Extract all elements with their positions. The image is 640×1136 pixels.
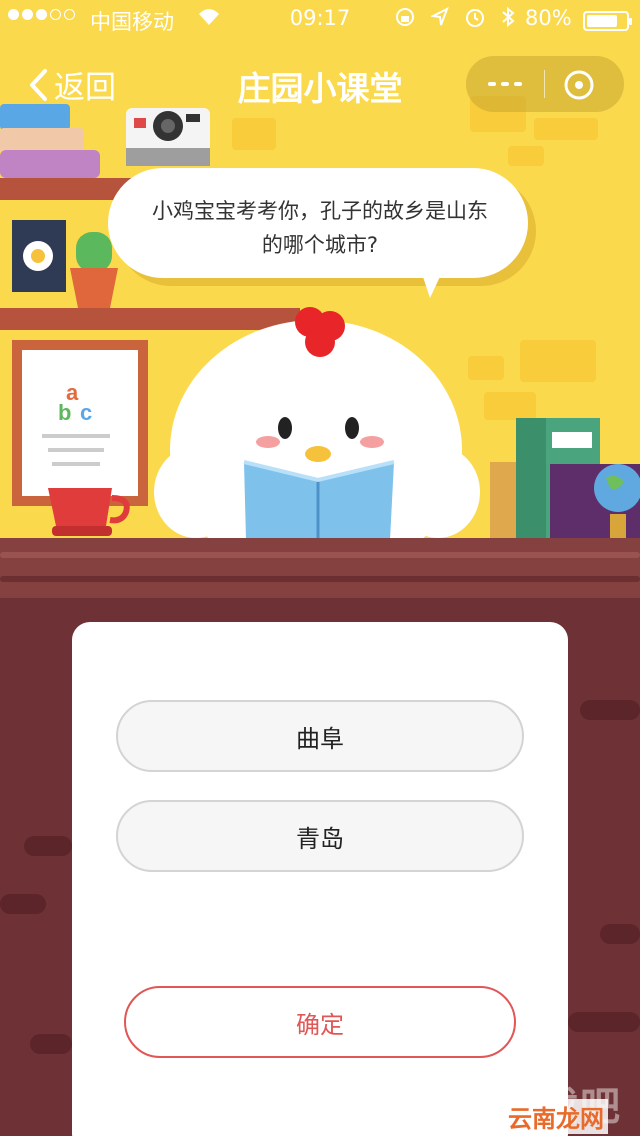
wood-plank bbox=[24, 836, 72, 856]
board-letter-b: b bbox=[58, 400, 72, 425]
miniprogram-capsule bbox=[466, 56, 624, 112]
speech-bubble-tail bbox=[420, 268, 444, 298]
wood-plank bbox=[580, 700, 640, 720]
status-bar: 中国移动 09:17 80% bbox=[0, 0, 640, 40]
location-icon bbox=[431, 6, 449, 26]
table-surface bbox=[0, 538, 640, 598]
confirm-button[interactable]: 确定 bbox=[124, 986, 516, 1058]
close-icon[interactable] bbox=[562, 68, 596, 102]
wood-plank bbox=[30, 1034, 72, 1054]
rotation-lock-icon bbox=[396, 8, 414, 26]
wood-plank bbox=[600, 924, 640, 944]
board-letter-c: c bbox=[80, 400, 93, 425]
option-button-2[interactable]: 青岛 bbox=[116, 800, 524, 872]
question-text: 小鸡宝宝考考你，孔子的故乡是山东的哪个城市? bbox=[152, 199, 488, 257]
more-button[interactable] bbox=[466, 56, 544, 112]
bluetooth-icon bbox=[502, 6, 515, 28]
option-button-1[interactable]: 曲阜 bbox=[116, 700, 524, 772]
wood-plank bbox=[0, 894, 46, 914]
alarm-icon bbox=[466, 9, 484, 27]
illustration-scene: a b c 中国移动 09:17 80% 返回 庄园小课堂 小鸡宝宝考考你，孔子… bbox=[0, 0, 640, 540]
wood-plank bbox=[568, 1012, 640, 1032]
watermark-sub: 云南龙网 bbox=[504, 1099, 608, 1134]
battery-icon bbox=[583, 11, 632, 31]
more-dots-icon bbox=[488, 82, 496, 86]
battery-percent: 80% bbox=[525, 6, 572, 30]
answer-card: 曲阜 青岛 确定 bbox=[72, 622, 568, 1136]
